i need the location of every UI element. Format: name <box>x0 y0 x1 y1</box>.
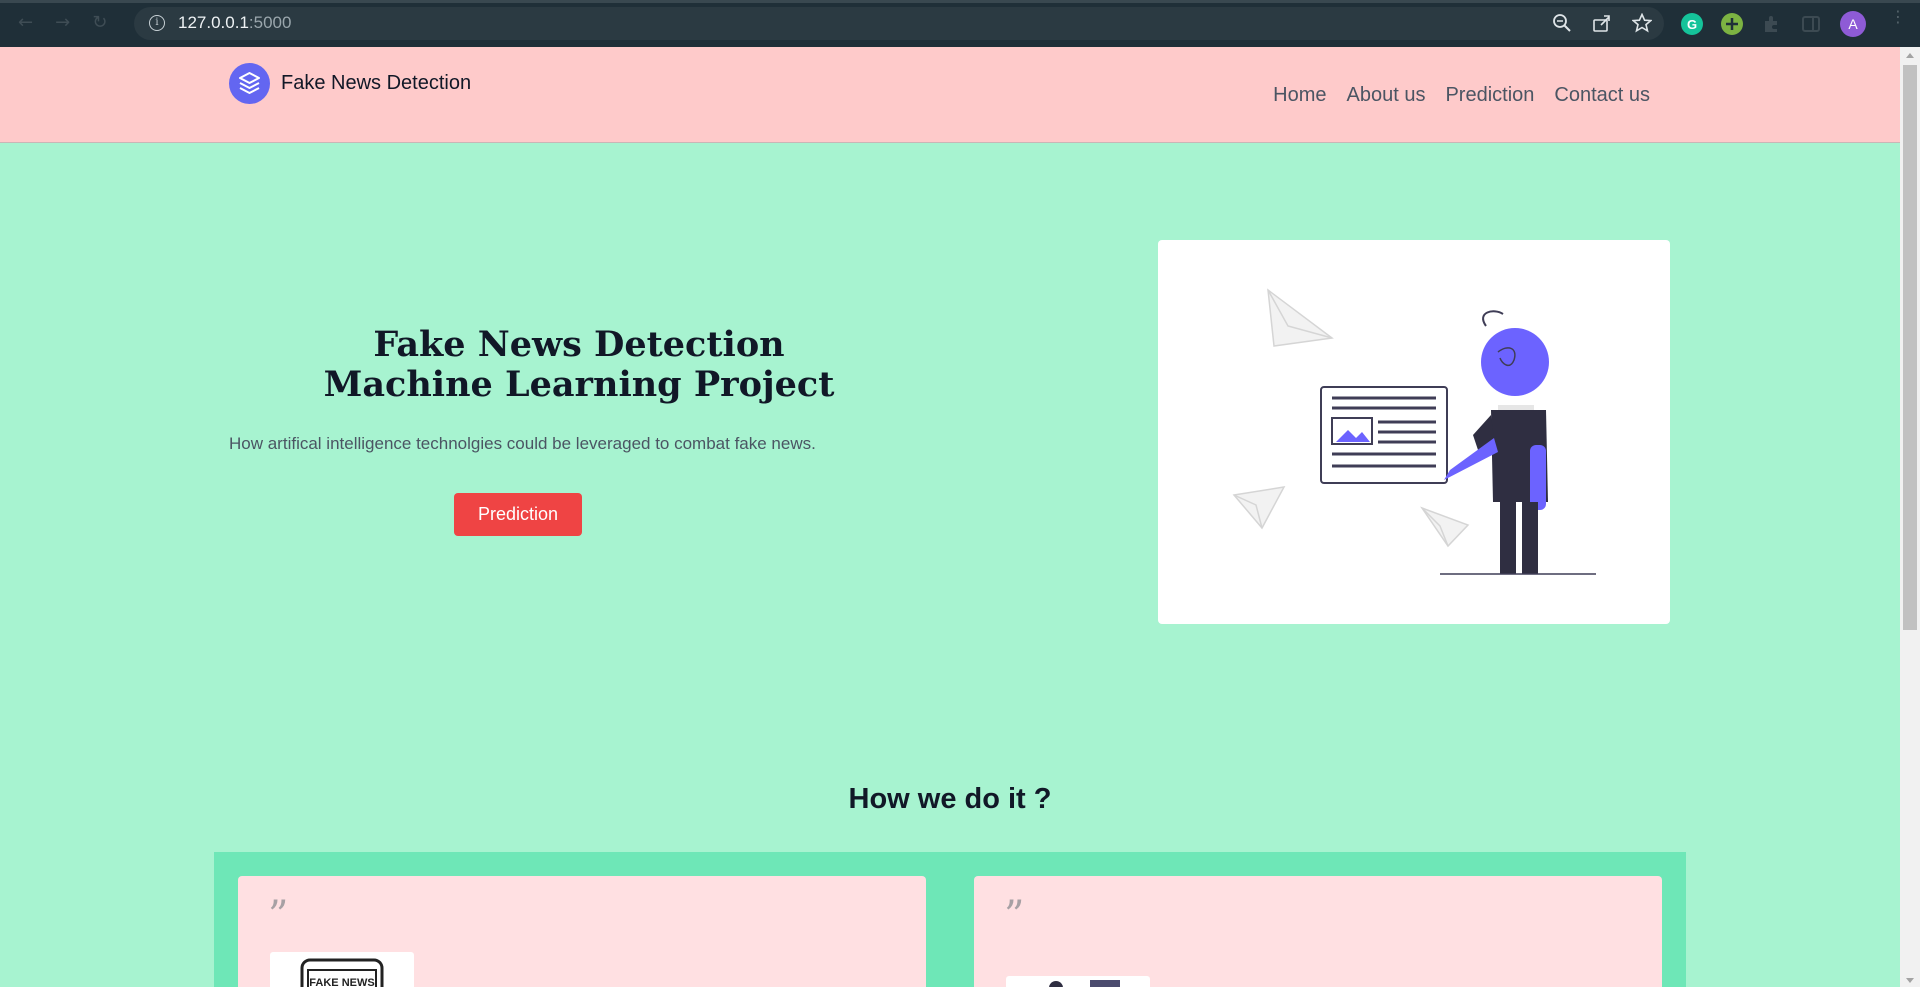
svg-text:G: G <box>1687 17 1697 32</box>
browser-nav-buttons: ← → ↻ <box>18 12 107 33</box>
plus-extension-icon[interactable] <box>1721 13 1743 35</box>
browser-toolbar: ← → ↻ i 127.0.0.1:5000 G A ⋮ <box>0 0 1920 47</box>
paper-plane-icon <box>1267 288 1334 347</box>
nav-home-link[interactable]: Home <box>1273 84 1326 107</box>
extensions-puzzle-icon[interactable] <box>1761 13 1783 35</box>
quote-icon: ” <box>268 893 289 939</box>
article-board-icon <box>1320 386 1448 484</box>
hero-subtitle: How artifical intelligence technolgies c… <box>229 434 816 453</box>
hero-illustration <box>1158 240 1670 624</box>
side-panel-icon[interactable] <box>1800 13 1822 35</box>
page-scrollbar[interactable] <box>1900 47 1920 987</box>
brand-name[interactable]: Fake News Detection <box>281 72 471 95</box>
svg-text:FAKE NEWS: FAKE NEWS <box>309 977 374 987</box>
profile-avatar[interactable]: A <box>1840 11 1866 37</box>
site-info-icon[interactable]: i <box>149 15 165 31</box>
site-header: Fake News Detection Home About us Predic… <box>0 47 1900 143</box>
nav-contact-link[interactable]: Contact us <box>1554 84 1650 107</box>
grammarly-extension-icon[interactable]: G <box>1681 13 1703 35</box>
quote-icon: ” <box>1004 893 1025 939</box>
fake-news-image: FAKE NEWS <box>270 952 414 987</box>
reload-icon[interactable]: ↻ <box>92 12 107 33</box>
stack-logo-icon[interactable] <box>229 63 270 104</box>
zoom-icon[interactable] <box>1552 13 1572 33</box>
nav-about-link[interactable]: About us <box>1347 84 1426 107</box>
bookmark-star-icon[interactable] <box>1631 12 1653 33</box>
url-text[interactable]: 127.0.0.1:5000 <box>178 13 291 33</box>
hero-title-line2: Machine Learning Project <box>323 364 835 405</box>
card-image <box>1006 976 1150 987</box>
paper-plane-icon <box>1420 506 1470 548</box>
prediction-button[interactable]: Prediction <box>454 493 582 536</box>
scroll-up-arrow-icon[interactable] <box>1906 53 1914 58</box>
how-we-do-it-heading: How we do it ? <box>848 783 1052 815</box>
person-illustration <box>1440 310 1596 575</box>
hero-title: Fake News Detection Machine Learning Pro… <box>229 325 929 405</box>
scrollbar-thumb[interactable] <box>1903 65 1917 630</box>
hero-title-line1: Fake News Detection <box>373 324 785 365</box>
address-bar[interactable]: i 127.0.0.1:5000 <box>134 7 1664 40</box>
share-icon[interactable] <box>1592 13 1612 33</box>
browser-menu-icon[interactable]: ⋮ <box>1890 9 1906 25</box>
testimonial-card: ” <box>974 876 1662 987</box>
back-icon[interactable]: ← <box>18 12 33 33</box>
tab-strip-edge <box>0 0 1920 3</box>
scroll-down-arrow-icon[interactable] <box>1906 978 1914 983</box>
testimonial-card: ” FAKE NEWS <box>238 876 926 987</box>
nav-prediction-link[interactable]: Prediction <box>1445 84 1534 107</box>
forward-icon[interactable]: → <box>55 12 70 33</box>
paper-plane-icon <box>1232 486 1286 530</box>
main-nav: Home About us Prediction Contact us <box>1273 84 1650 107</box>
